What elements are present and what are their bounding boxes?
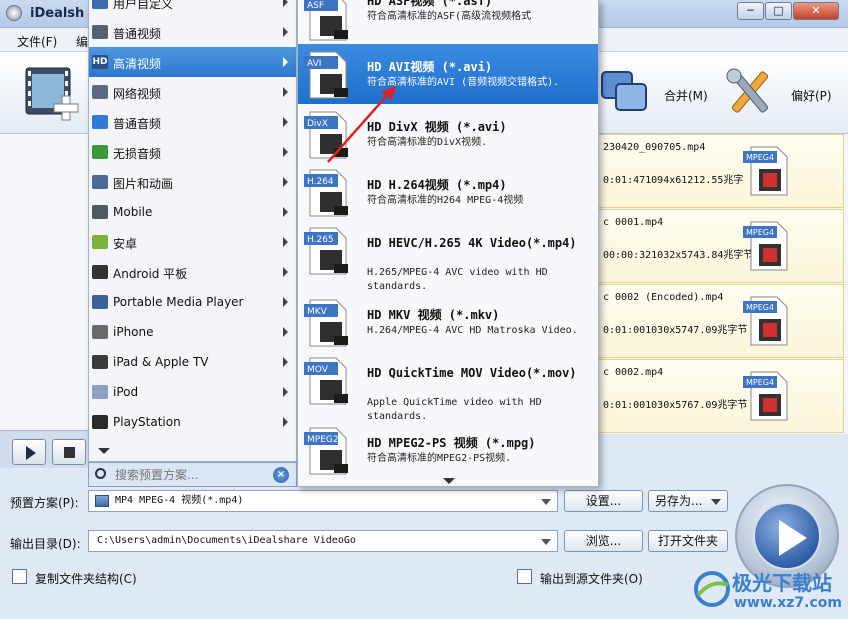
site-watermark: 极光下载站 www.xz7.com bbox=[690, 565, 846, 619]
watermark-url: www.xz7.com bbox=[734, 595, 842, 611]
watermark-text: 极光下载站 bbox=[732, 571, 832, 595]
annotation-arrow bbox=[327, 86, 396, 163]
site-logo-icon bbox=[694, 571, 730, 607]
